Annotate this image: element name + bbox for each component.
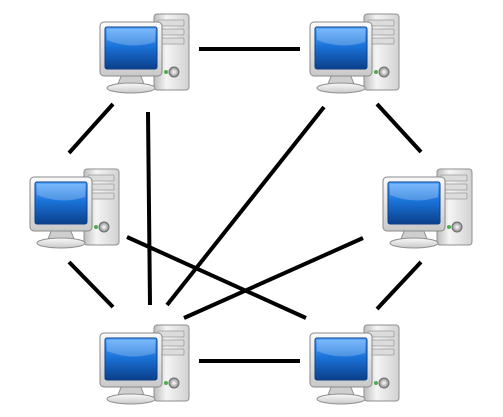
network-diagram bbox=[0, 0, 503, 417]
computer-top-right-icon bbox=[309, 13, 400, 94]
edge-middle-right-to-bottom-right bbox=[375, 260, 423, 311]
edges-layer bbox=[67, 47, 423, 363]
computer-middle-right-icon bbox=[382, 168, 473, 249]
computer-middle-left-icon bbox=[29, 168, 120, 249]
edge-top-right-to-middle-right bbox=[375, 102, 423, 154]
nodes-layer bbox=[29, 13, 473, 405]
edge-top-left-to-bottom-left bbox=[146, 111, 152, 306]
edge-middle-left-to-bottom-left bbox=[67, 260, 115, 309]
edge-top-right-to-bottom-left bbox=[165, 105, 326, 307]
computer-bottom-right-icon bbox=[309, 324, 400, 405]
edge-top-left-to-middle-left bbox=[67, 102, 115, 155]
computer-top-left-icon bbox=[99, 13, 190, 94]
computer-bottom-left-icon bbox=[99, 324, 190, 405]
network-diagram-svg bbox=[29, 13, 473, 405]
